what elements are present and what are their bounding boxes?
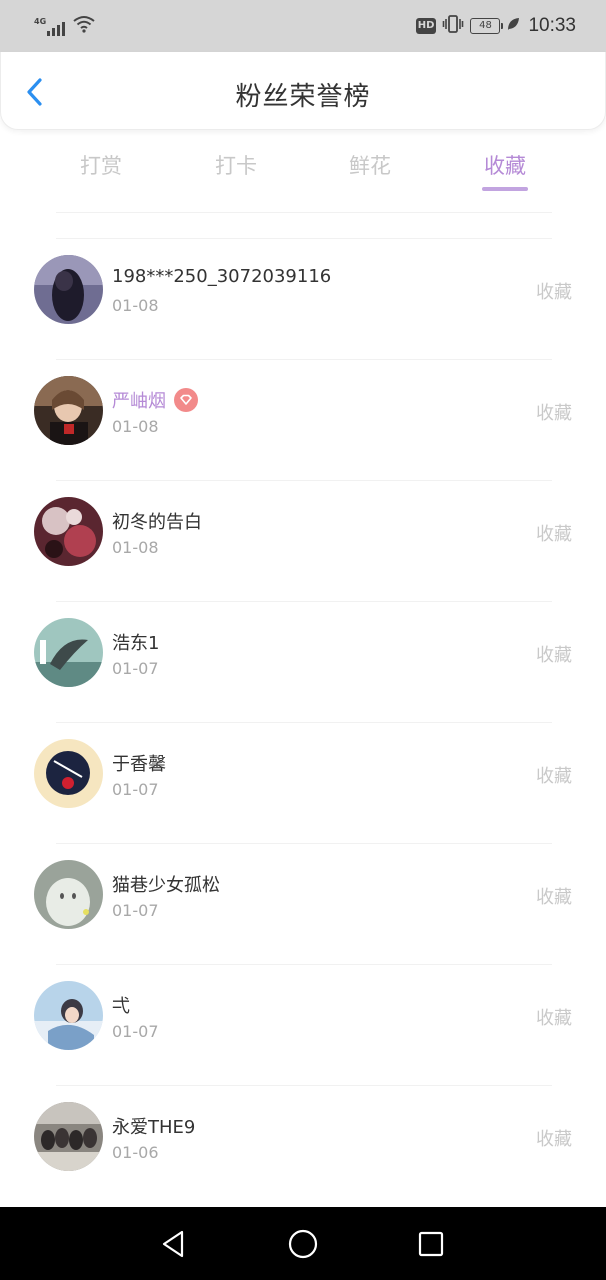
username: 于香馨 (112, 750, 166, 776)
wifi-icon (73, 15, 95, 37)
avatar[interactable] (34, 739, 103, 808)
list-item[interactable]: 198***250_3072039116 01-08 收藏 (0, 238, 606, 359)
recents-square-icon (418, 1231, 444, 1257)
avatar[interactable] (34, 255, 103, 324)
tab-bar: 打赏 打卡 鲜花 收藏 (0, 140, 606, 196)
avatar[interactable] (34, 376, 103, 445)
system-back-button[interactable] (156, 1227, 190, 1261)
list-divider (56, 212, 552, 213)
avatar[interactable] (34, 497, 103, 566)
username-text: 初冬的告白 (112, 512, 202, 533)
date: 01-06 (112, 1143, 159, 1162)
action-label: 收藏 (536, 645, 572, 666)
battery-icon: 48 (470, 18, 504, 34)
username-text: 198***250_3072039116 (112, 266, 332, 287)
home-circle-icon (288, 1229, 318, 1259)
username: 猫巷少女孤松 (112, 871, 220, 897)
status-time: 10:33 (528, 15, 576, 36)
date: 01-08 (112, 538, 159, 557)
username: 198***250_3072039116 (112, 266, 331, 287)
list-item[interactable]: 严岫烟 01-08 收藏 (0, 359, 606, 480)
username: 浩东1 (112, 629, 159, 655)
list-item[interactable]: 永爱THE9 01-06 收藏 (0, 1085, 606, 1206)
username-text: 猫巷少女孤松 (112, 875, 220, 896)
date: 01-08 (112, 417, 159, 436)
row-divider (56, 359, 552, 360)
list-item[interactable]: 弌 01-07 收藏 (0, 964, 606, 1085)
diamond-badge-icon (174, 388, 198, 412)
system-recents-button[interactable] (414, 1227, 448, 1261)
action-label: 收藏 (536, 1008, 572, 1029)
tab-favorites[interactable]: 收藏 (460, 150, 550, 180)
system-nav-bar (0, 1207, 606, 1280)
action-label: 收藏 (536, 1129, 572, 1150)
action-label: 收藏 (536, 766, 572, 787)
username-text: 永爱THE9 (112, 1117, 196, 1138)
avatar[interactable] (34, 618, 103, 687)
back-triangle-icon (162, 1230, 184, 1258)
active-tab-indicator (482, 187, 528, 191)
date: 01-08 (112, 296, 159, 315)
avatar[interactable] (34, 860, 103, 929)
username-text: 于香馨 (112, 754, 166, 775)
list-item[interactable]: 猫巷少女孤松 01-07 收藏 (0, 843, 606, 964)
system-home-button[interactable] (286, 1227, 320, 1261)
hd-icon: HD (415, 18, 437, 34)
row-divider (56, 722, 552, 723)
signal-icon (47, 20, 66, 36)
network-type: 4G (34, 17, 47, 26)
avatar[interactable] (34, 981, 103, 1050)
status-bar: 4G HD 48 10:33 (0, 0, 606, 52)
username: 初冬的告白 (112, 508, 202, 534)
row-divider (56, 964, 552, 965)
row-divider (56, 843, 552, 844)
action-label: 收藏 (536, 887, 572, 908)
date: 01-07 (112, 659, 159, 678)
avatar[interactable] (34, 1102, 103, 1171)
username-text: 浩东1 (112, 633, 160, 654)
row-divider (56, 1085, 552, 1086)
username-text: 弌 (112, 996, 130, 1017)
row-divider (56, 238, 552, 239)
status-left: 4G (34, 14, 95, 36)
username: 永爱THE9 (112, 1113, 195, 1139)
leaf-icon (506, 16, 520, 36)
username-text: 严岫烟 (112, 391, 166, 412)
list-item[interactable]: 于香馨 01-07 收藏 (0, 722, 606, 843)
tab-reward[interactable]: 打赏 (56, 150, 146, 180)
date: 01-07 (112, 1022, 159, 1041)
username: 严岫烟 (112, 387, 198, 413)
page-title: 粉丝荣誉榜 (235, 82, 371, 112)
row-divider (56, 601, 552, 602)
vibrate-icon (442, 14, 464, 38)
tab-flowers[interactable]: 鲜花 (325, 150, 415, 180)
action-label: 收藏 (536, 403, 572, 424)
status-right: HD 48 10:33 (415, 12, 576, 40)
date: 01-07 (112, 901, 159, 920)
title-bar: 粉丝荣誉榜 (0, 52, 606, 130)
action-label: 收藏 (536, 524, 572, 545)
row-divider (56, 480, 552, 481)
list-item[interactable]: 初冬的告白 01-08 收藏 (0, 480, 606, 601)
action-label: 收藏 (536, 282, 572, 303)
date: 01-07 (112, 780, 159, 799)
tab-checkin[interactable]: 打卡 (191, 150, 281, 180)
list-item[interactable]: 浩东1 01-07 收藏 (0, 601, 606, 722)
username: 弌 (112, 992, 130, 1018)
